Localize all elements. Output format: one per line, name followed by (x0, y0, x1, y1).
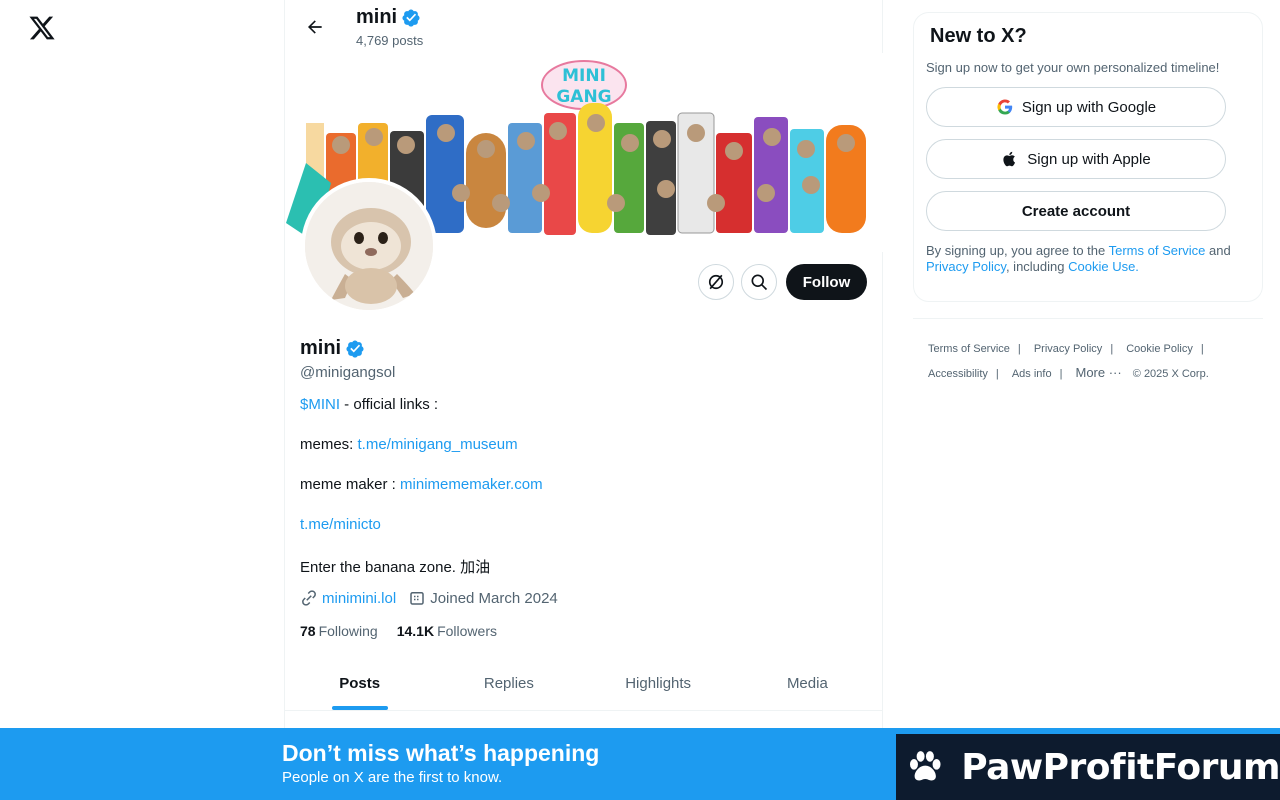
terms-text: , including (1005, 259, 1069, 274)
meme-maker-link[interactable]: minimememaker.com (400, 476, 543, 493)
follow-button[interactable]: Follow (786, 264, 867, 300)
tab-replies[interactable]: Replies (434, 657, 583, 710)
grok-button[interactable] (698, 264, 734, 300)
joined-date: Joined March 2024 (430, 589, 558, 607)
header-name: mini (356, 6, 421, 29)
grok-icon (708, 274, 724, 290)
following-link[interactable]: 78 Following (300, 623, 378, 639)
x-logo-icon[interactable] (28, 14, 56, 42)
bio-line-5: Enter the banana zone. 加油 (300, 559, 491, 576)
bio-line-2: memes: t.me/minigang_museum (300, 436, 518, 453)
footer-cookie[interactable]: Cookie Policy (1126, 337, 1193, 361)
link-icon (302, 590, 316, 606)
footer-terms[interactable]: Terms of Service (928, 337, 1010, 361)
right-sidebar: New to X? Sign up now to get your own pe… (913, 12, 1263, 302)
footer-copyright: © 2025 X Corp. (1132, 368, 1209, 380)
banner-logo-text: MINI (562, 66, 606, 86)
post-count: 4,769 posts (356, 33, 424, 48)
apple-icon (1003, 151, 1016, 167)
google-signup-label: Sign up with Google (1021, 98, 1157, 116)
bio-text: memes: (300, 436, 358, 453)
tab-highlights[interactable]: Highlights (584, 657, 733, 710)
header-name-text: mini (356, 6, 398, 28)
footer-links: Terms of Service | Privacy Policy | Cookie… (913, 318, 1263, 386)
google-icon (997, 99, 1013, 115)
banner-subtitle: People on X are the first to know. (282, 769, 503, 786)
joined-item: Joined March 2024 (408, 589, 558, 607)
followers-label: Followers (437, 623, 497, 639)
profile-header: mini 4,769 posts (285, 0, 882, 53)
followers-count: 14.1K (396, 623, 435, 639)
avatar-image (305, 182, 433, 310)
privacy-link[interactable]: Privacy Policy (926, 259, 1006, 274)
bio-line-3: meme maker : minimememaker.com (300, 476, 543, 493)
website-item: minimini.lol (300, 589, 396, 607)
profile-name-text: mini (300, 337, 342, 359)
search-profile-button[interactable] (741, 264, 777, 300)
followers-link[interactable]: 14.1K Followers (397, 623, 497, 639)
footer-accessibility[interactable]: Accessibility (928, 362, 988, 386)
bio-text: - official links : (340, 396, 439, 413)
apple-signup-label: Sign up with Apple (1027, 150, 1151, 168)
calendar-icon (410, 592, 424, 605)
cookie-link[interactable]: Cookie Use. (1068, 259, 1139, 274)
terms-text: and (1205, 243, 1231, 258)
telegram-link[interactable]: t.me/minicto (300, 516, 381, 533)
profile-column: mini 4,769 posts MINI GANG Follow mini @… (284, 0, 883, 800)
signup-card: New to X? Sign up now to get your own pe… (913, 12, 1263, 302)
bio-line-4: t.me/minicto (300, 516, 381, 533)
profile-meta: minimini.lol Joined March 2024 (300, 589, 570, 607)
verified-badge-icon[interactable] (345, 339, 365, 359)
left-rail (0, 0, 284, 800)
google-signup-button[interactable]: Sign up with Google (926, 87, 1226, 127)
paw-icon (909, 751, 941, 781)
back-button[interactable] (297, 9, 333, 45)
cashtag-link[interactable]: $MINI (300, 396, 340, 413)
signup-subtitle: Sign up now to get your own personalized… (926, 60, 1220, 75)
banner-title: Don’t miss what’s happening (282, 740, 600, 766)
create-account-button[interactable]: Create account (926, 191, 1226, 231)
website-link[interactable]: minimini.lol (322, 590, 396, 607)
bio-text: meme maker : (300, 476, 401, 493)
follow-stats: 78 Following 14.1K Followers (300, 623, 497, 639)
profile-avatar[interactable] (301, 178, 437, 314)
arrow-left-icon (308, 20, 322, 34)
search-icon (751, 274, 768, 291)
footer-privacy[interactable]: Privacy Policy (1034, 337, 1102, 361)
watermark-text: PawProfitForum (961, 746, 1280, 788)
profile-handle: @minigangsol (300, 364, 396, 381)
footer-ads-info[interactable]: Ads info (1012, 362, 1052, 386)
following-label: Following (318, 623, 378, 639)
tab-posts[interactable]: Posts (285, 657, 434, 710)
terms-link[interactable]: Terms of Service (1109, 243, 1206, 258)
verified-badge-icon (402, 8, 420, 27)
footer-more[interactable]: More ··· (1076, 361, 1122, 385)
profile-name: mini (300, 337, 365, 360)
signup-title: New to X? (930, 25, 1027, 47)
terms-text: By signing up, you agree to the (926, 243, 1109, 258)
apple-signup-button[interactable]: Sign up with Apple (926, 139, 1226, 179)
signup-terms: By signing up, you agree to the Terms of… (926, 243, 1250, 275)
memes-link[interactable]: t.me/minigang_museum (358, 436, 518, 453)
svg-text:GANG: GANG (556, 87, 611, 107)
profile-tabs: Posts Replies Highlights Media (285, 657, 882, 711)
watermark: PawProfitForum (896, 734, 1280, 800)
tab-media[interactable]: Media (733, 657, 882, 710)
bio-line-1: $MINI - official links : (300, 396, 438, 413)
following-count: 78 (300, 623, 316, 639)
